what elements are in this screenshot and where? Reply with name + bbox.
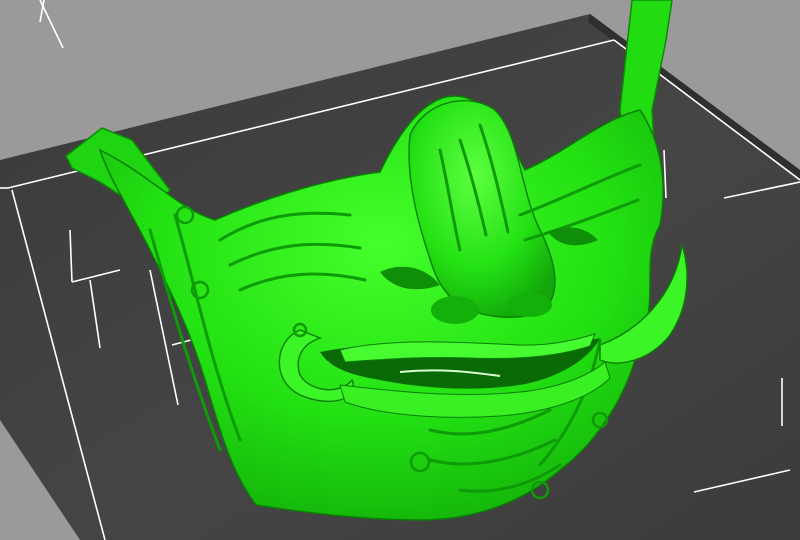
mask-nostril-left [431, 296, 479, 324]
3d-viewport[interactable] [0, 0, 800, 540]
mask-nostril-right [508, 293, 552, 317]
slicer-scene[interactable] [0, 0, 800, 540]
